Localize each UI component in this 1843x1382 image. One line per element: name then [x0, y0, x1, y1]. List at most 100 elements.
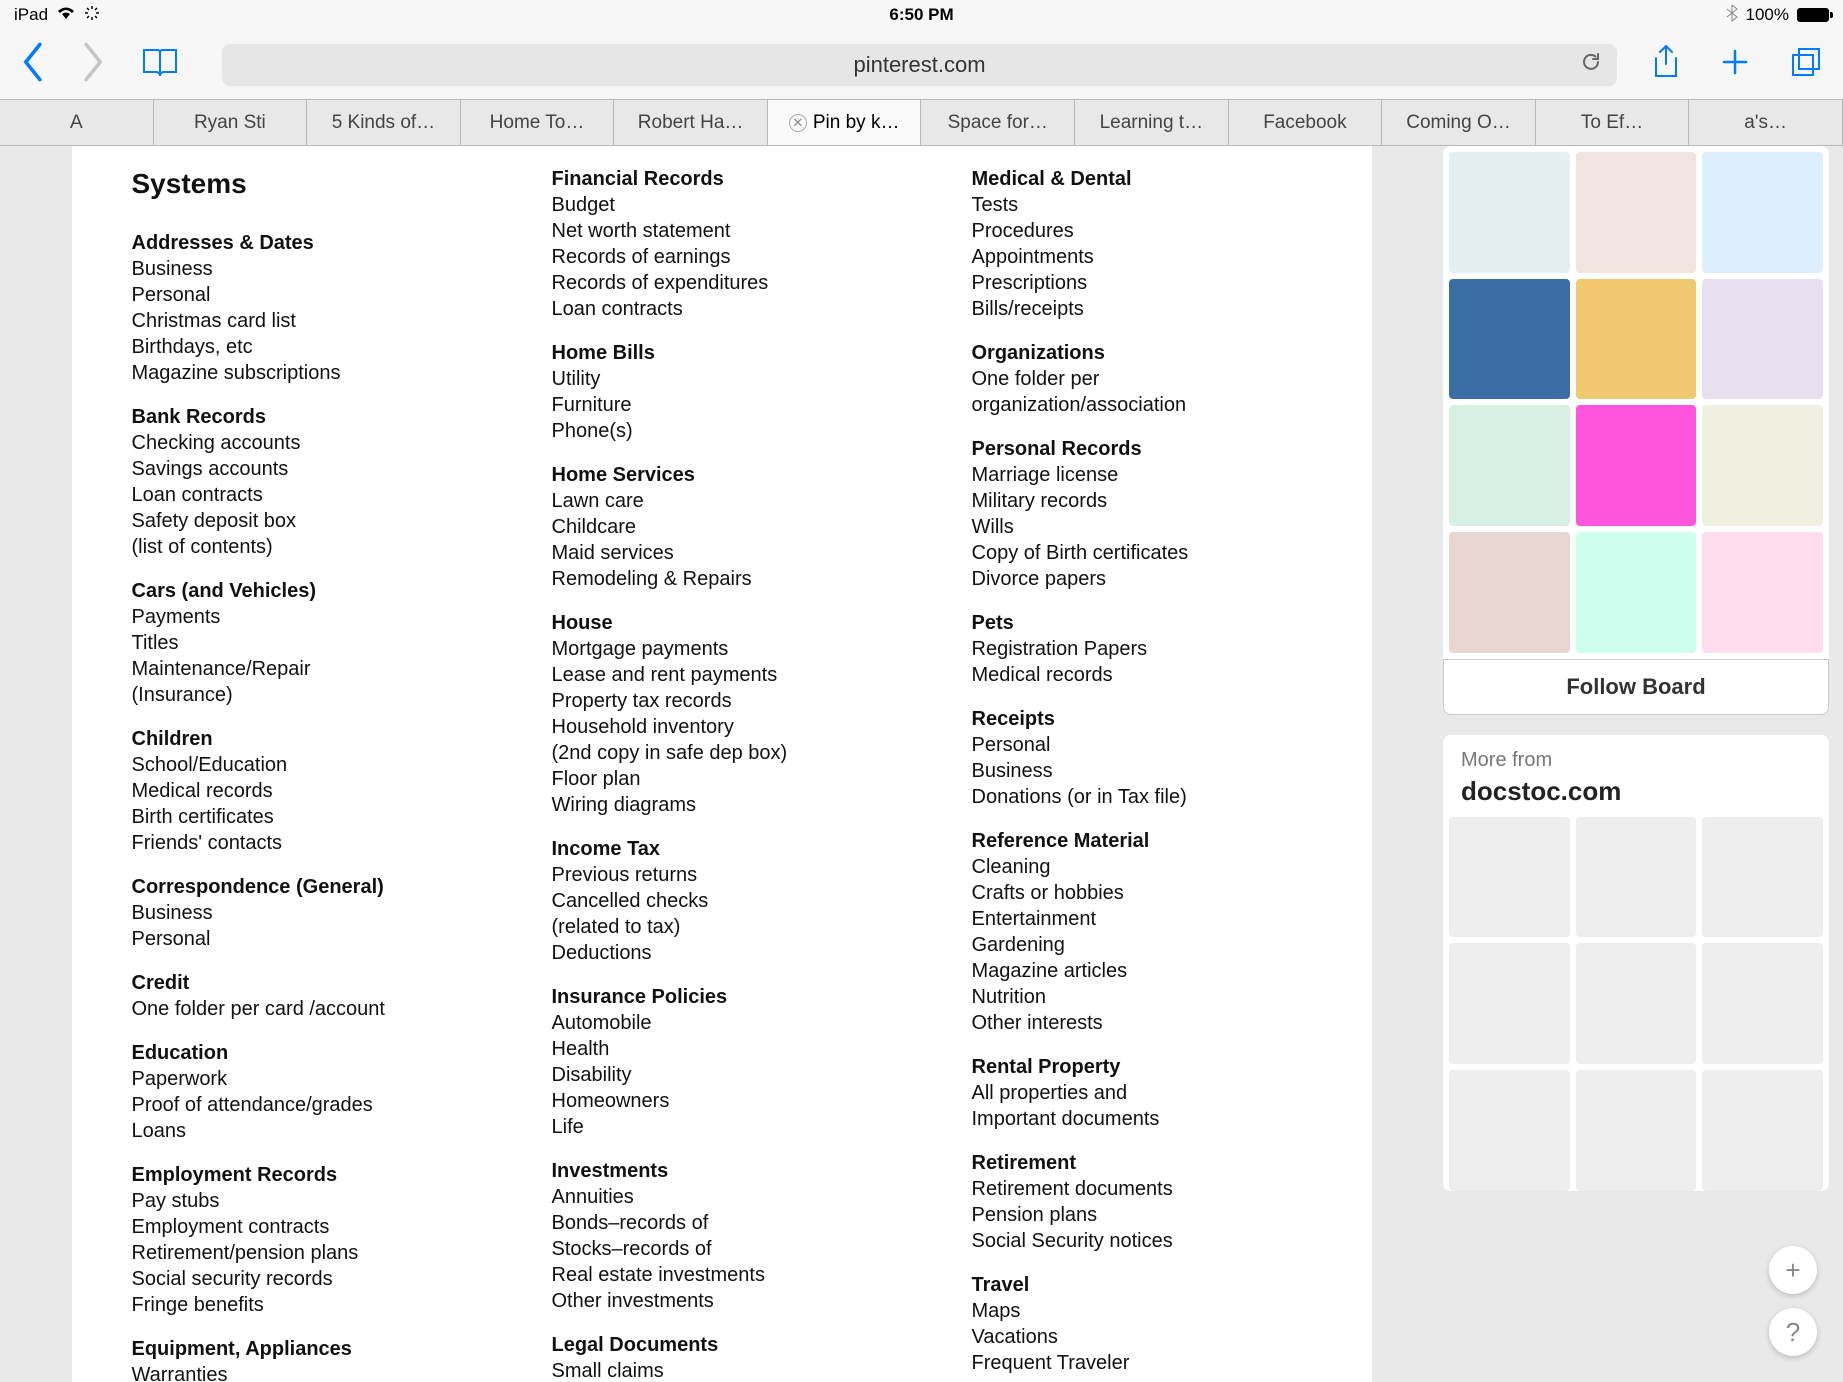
category-group: Bank RecordsChecking accountsSavings acc… — [132, 404, 472, 560]
pin-image[interactable]: Systems Addresses & DatesBusinessPersona… — [72, 146, 1372, 1382]
category-item: Mortgage payments — [552, 636, 892, 662]
more-from-card: More from docstoc.com — [1443, 735, 1829, 1191]
related-thumb[interactable] — [1576, 279, 1697, 400]
browser-tab[interactable]: Coming O… — [1382, 100, 1536, 145]
category-group: Medical & DentalTestsProceduresAppointme… — [972, 166, 1312, 322]
category-group: OrganizationsOne folder perorganization/… — [972, 340, 1312, 418]
category-group: Reference MaterialCleaningCrafts or hobb… — [972, 828, 1312, 1036]
category-title: Insurance Policies — [552, 984, 892, 1010]
category-item: Savings accounts — [132, 456, 472, 482]
category-item: Magazine subscriptions — [132, 360, 472, 386]
url-text: pinterest.com — [853, 52, 985, 78]
more-thumb[interactable] — [1449, 943, 1570, 1064]
category-item: Childcare — [552, 514, 892, 540]
browser-tab[interactable]: A — [0, 100, 154, 145]
category-item: Health — [552, 1036, 892, 1062]
category-group: Financial RecordsBudgetNet worth stateme… — [552, 166, 892, 322]
tabs-icon[interactable] — [1789, 45, 1823, 84]
related-thumb[interactable] — [1576, 532, 1697, 653]
category-item: Employment contracts — [132, 1214, 472, 1240]
related-thumb[interactable] — [1702, 279, 1823, 400]
category-item: Personal — [132, 926, 472, 952]
browser-tab[interactable]: Robert Ha… — [614, 100, 768, 145]
related-thumb[interactable] — [1449, 279, 1570, 400]
browser-tab[interactable]: To Ef… — [1536, 100, 1690, 145]
category-item: Entertainment — [972, 906, 1312, 932]
tab-label: 5 Kinds of… — [332, 112, 436, 134]
more-thumb[interactable] — [1702, 1070, 1823, 1191]
category-item: Frequent Traveler — [972, 1350, 1312, 1376]
pin-panel: Systems Addresses & DatesBusinessPersona… — [0, 146, 1443, 1382]
category-title: Home Services — [552, 462, 892, 488]
category-item: Procedures — [972, 218, 1312, 244]
category-item: Retirement documents — [972, 1176, 1312, 1202]
browser-tab[interactable]: Ryan Sti — [154, 100, 308, 145]
category-title: Reference Material — [972, 828, 1312, 854]
related-thumb[interactable] — [1702, 152, 1823, 273]
clock: 6:50 PM — [619, 5, 1224, 25]
more-thumb[interactable] — [1702, 943, 1823, 1064]
category-item: Retirement/pension plans — [132, 1240, 472, 1266]
reload-icon[interactable] — [1579, 50, 1603, 80]
related-thumb[interactable] — [1449, 532, 1570, 653]
category-item: Magazine articles — [972, 958, 1312, 984]
category-item: (list of contents) — [132, 534, 472, 560]
more-from-label: More from — [1443, 735, 1829, 776]
category-item: Paperwork — [132, 1066, 472, 1092]
more-from-domain[interactable]: docstoc.com — [1443, 776, 1829, 817]
category-title: Income Tax — [552, 836, 892, 862]
related-thumb[interactable] — [1449, 152, 1570, 273]
related-thumb[interactable] — [1576, 405, 1697, 526]
category-item: Pay stubs — [132, 1188, 472, 1214]
share-icon[interactable] — [1651, 44, 1681, 85]
category-item: Budget — [552, 192, 892, 218]
related-thumb-grid — [1443, 146, 1829, 659]
close-icon[interactable]: ✕ — [789, 114, 807, 132]
category-item: Safety deposit box — [132, 508, 472, 534]
forward-button[interactable] — [78, 42, 106, 87]
category-item: (related to tax) — [552, 914, 892, 940]
new-tab-icon[interactable] — [1719, 46, 1751, 83]
url-bar[interactable]: pinterest.com — [222, 44, 1617, 86]
tab-label: Home To… — [490, 112, 585, 134]
category-group: PetsRegistration PapersMedical records — [972, 610, 1312, 688]
category-title: Rental Property — [972, 1054, 1312, 1080]
category-item: Pension plans — [972, 1202, 1312, 1228]
related-thumb[interactable] — [1449, 405, 1570, 526]
browser-tab[interactable]: ✕Pin by k… — [768, 100, 922, 145]
category-item: Household inventory — [552, 714, 892, 740]
browser-tab[interactable]: a's… — [1689, 100, 1843, 145]
related-thumb[interactable] — [1702, 532, 1823, 653]
follow-board-button[interactable]: Follow Board — [1443, 659, 1829, 715]
category-item: Remodeling & Repairs — [552, 566, 892, 592]
browser-tab[interactable]: Facebook — [1229, 100, 1383, 145]
tab-strip: ARyan Sti 5 Kinds of… Home To… Robert Ha…✕P… — [0, 100, 1843, 146]
more-thumb[interactable] — [1576, 817, 1697, 938]
help-fab[interactable]: ? — [1769, 1308, 1817, 1356]
more-thumb[interactable] — [1576, 943, 1697, 1064]
category-item: Medical records — [132, 778, 472, 804]
category-group: Personal RecordsMarriage licenseMilitary… — [972, 436, 1312, 592]
more-thumb[interactable] — [1449, 817, 1570, 938]
related-thumb[interactable] — [1576, 152, 1697, 273]
browser-tab[interactable]: 5 Kinds of… — [307, 100, 461, 145]
browser-tab[interactable]: Learning t… — [1075, 100, 1229, 145]
bookmarks-icon[interactable] — [140, 46, 180, 83]
category-group: Correspondence (General)BusinessPersonal — [132, 874, 472, 952]
back-button[interactable] — [20, 42, 48, 87]
category-item: Loan contracts — [552, 296, 892, 322]
category-item: Friends' contacts — [132, 830, 472, 856]
add-fab[interactable]: + — [1769, 1246, 1817, 1294]
tab-label: Space for… — [948, 112, 1048, 134]
more-thumb[interactable] — [1449, 1070, 1570, 1191]
related-thumb[interactable] — [1702, 405, 1823, 526]
category-group: ReceiptsPersonalBusinessDonations (or in… — [972, 706, 1312, 810]
browser-tab[interactable]: Space for… — [921, 100, 1075, 145]
category-item: Homeowners — [552, 1088, 892, 1114]
more-thumb[interactable] — [1702, 817, 1823, 938]
category-item: Other investments — [552, 1288, 892, 1314]
browser-tab[interactable]: Home To… — [461, 100, 615, 145]
more-thumb[interactable] — [1576, 1070, 1697, 1191]
category-item: Records of expenditures — [552, 270, 892, 296]
bluetooth-icon — [1726, 4, 1738, 27]
